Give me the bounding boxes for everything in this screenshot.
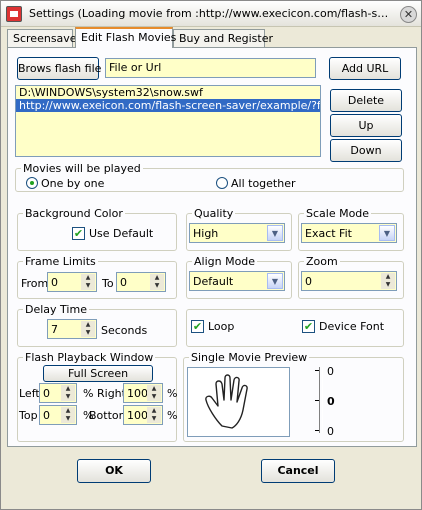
bottom-value: 100 — [127, 409, 148, 422]
tab-buy-and-register[interactable]: Buy and Register — [173, 29, 273, 47]
from-stepper[interactable]: 0 ▲ ▼ — [47, 272, 97, 292]
movie-list[interactable]: D:\WINDOWS\system32\snow.swf http://www.… — [15, 85, 321, 157]
delete-button[interactable]: Delete — [330, 89, 402, 112]
slider-tick — [315, 430, 319, 431]
quality-value: High — [193, 227, 219, 240]
window-title: Settings (Loading movie from :http://www… — [29, 7, 393, 20]
delay-time-group: Delay Time — [17, 303, 177, 347]
full-screen-button[interactable]: Full Screen — [43, 365, 153, 382]
slider-tick — [315, 400, 319, 401]
close-button[interactable]: ✕ — [400, 6, 417, 23]
spin-arrows[interactable]: ▲ ▼ — [81, 274, 95, 290]
list-item-selected[interactable]: http://www.exeicon.com/flash-screen-save… — [16, 99, 320, 112]
right-unit: % — [167, 387, 178, 400]
scale-mode-title: Scale Mode — [304, 207, 372, 220]
one-by-one-radio[interactable] — [26, 177, 38, 189]
tab-screensaver[interactable]: Screensaver — [7, 29, 81, 47]
scale-mode-value: Exact Fit — [305, 227, 352, 240]
file-url-input[interactable]: File or Url — [105, 58, 316, 78]
device-font-checkbox[interactable]: ✔ — [302, 320, 315, 333]
delay-time-title: Delay Time — [23, 303, 89, 316]
frame-limits-title: Frame Limits — [23, 255, 98, 268]
align-mode-select[interactable]: Default ▼ — [189, 271, 285, 291]
background-color-title: Background Color — [23, 207, 125, 220]
spin-arrows[interactable]: ▲ ▼ — [381, 273, 395, 289]
right-label: Right — [97, 387, 126, 400]
loop-label: Loop — [208, 320, 235, 333]
quality-select[interactable]: High ▼ — [189, 223, 285, 243]
delay-unit-label: Seconds — [101, 324, 148, 337]
from-label: From — [21, 277, 49, 290]
loop-checkbox[interactable]: ✔ — [191, 320, 204, 333]
bottom-unit: % — [167, 409, 178, 422]
movie-preview — [187, 367, 290, 437]
slider-mid-value: 0 — [327, 395, 335, 408]
spin-arrows[interactable]: ▲ ▼ — [81, 321, 95, 337]
left-label: Left — [19, 387, 40, 400]
slider-top-value: 0 — [327, 365, 334, 378]
settings-window: Settings (Loading movie from :http://www… — [0, 0, 422, 510]
quality-title: Quality — [192, 207, 236, 220]
flash-playback-window-title: Flash Playback Window — [23, 351, 156, 364]
browse-flash-file-button[interactable]: Brows flash file — [17, 57, 101, 80]
slider-bottom-value: 0 — [327, 425, 334, 438]
play-mode-title: Movies will be played — [21, 162, 143, 175]
all-together-radio[interactable] — [216, 177, 228, 189]
chevron-down-icon[interactable]: ▼ — [267, 225, 283, 241]
list-item[interactable]: D:\WINDOWS\system32\snow.swf — [16, 86, 320, 99]
to-value: 0 — [120, 276, 127, 289]
device-font-label: Device Font — [319, 320, 385, 333]
up-button[interactable]: Up — [330, 114, 402, 137]
align-mode-title: Align Mode — [192, 255, 258, 268]
top-value: 0 — [43, 409, 50, 422]
right-value: 100 — [127, 387, 148, 400]
zoom-stepper[interactable]: 0 ▲ ▼ — [301, 271, 397, 291]
bottom-stepper[interactable]: 100 ▲ ▼ — [123, 405, 163, 425]
left-value: 0 — [43, 387, 50, 400]
hand-cursor-icon — [205, 374, 248, 429]
from-value: 0 — [51, 276, 58, 289]
single-movie-preview-title: Single Movie Preview — [189, 351, 310, 364]
chevron-down-icon[interactable]: ▼ — [267, 273, 283, 289]
spin-arrows[interactable]: ▲ ▼ — [150, 274, 164, 290]
app-icon — [6, 6, 22, 22]
delay-value: 7 — [51, 323, 58, 336]
down-button[interactable]: Down — [330, 139, 402, 162]
spin-arrows[interactable]: ▲ ▼ — [61, 385, 75, 401]
use-default-label: Use Default — [89, 227, 154, 240]
preview-slider-track[interactable] — [319, 367, 323, 433]
zoom-value: 0 — [305, 275, 312, 288]
scale-mode-select[interactable]: Exact Fit ▼ — [301, 223, 397, 243]
ok-button[interactable]: OK — [77, 459, 151, 483]
zoom-title: Zoom — [304, 255, 340, 268]
align-mode-value: Default — [193, 275, 234, 288]
right-stepper[interactable]: 100 ▲ ▼ — [123, 383, 163, 403]
slider-tick — [315, 370, 319, 371]
use-default-checkbox[interactable]: ✔ — [72, 227, 85, 240]
top-stepper[interactable]: 0 ▲ ▼ — [39, 405, 77, 425]
chevron-down-icon[interactable]: ▼ — [379, 225, 395, 241]
to-label: To — [102, 277, 114, 290]
tab-edit-flash-movies[interactable]: Edit Flash Movies — [75, 27, 176, 48]
spin-arrows[interactable]: ▲ ▼ — [147, 385, 161, 401]
to-stepper[interactable]: 0 ▲ ▼ — [116, 272, 166, 292]
add-url-button[interactable]: Add URL — [329, 57, 401, 80]
all-together-label: All together — [231, 177, 296, 190]
title-bar: Settings (Loading movie from :http://www… — [1, 1, 421, 27]
spin-arrows[interactable]: ▲ ▼ — [61, 407, 75, 423]
cancel-button[interactable]: Cancel — [261, 459, 335, 483]
left-stepper[interactable]: 0 ▲ ▼ — [39, 383, 77, 403]
delay-stepper[interactable]: 7 ▲ ▼ — [47, 319, 97, 339]
left-unit: % — [83, 387, 94, 400]
one-by-one-label: One by one — [41, 177, 105, 190]
top-label: Top — [19, 409, 38, 422]
spin-arrows[interactable]: ▲ ▼ — [147, 407, 161, 423]
